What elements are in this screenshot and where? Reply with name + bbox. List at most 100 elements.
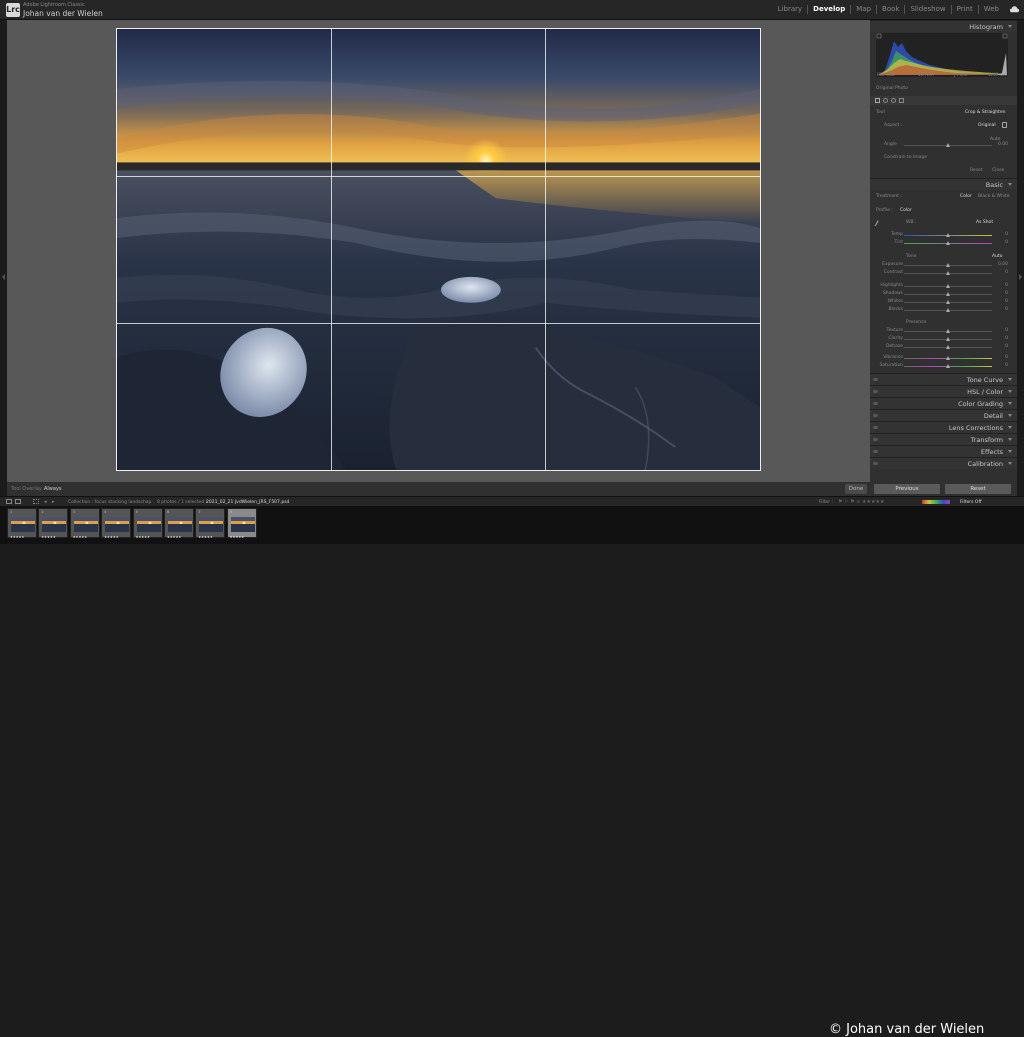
- source-path[interactable]: Collection : focus stacking landschap: [68, 500, 151, 505]
- lens-corrections-header[interactable]: Lens Corrections: [870, 421, 1017, 433]
- detail-header[interactable]: Detail: [870, 409, 1017, 421]
- effects-header[interactable]: Effects: [870, 445, 1017, 457]
- cloud-icon[interactable]: [1009, 4, 1020, 15]
- thumb-rating[interactable]: ★★★★★: [136, 535, 150, 539]
- dehaze-value[interactable]: 0: [996, 344, 1008, 349]
- crop-handle-top-left[interactable]: [117, 29, 123, 35]
- spot-removal-icon[interactable]: [883, 98, 888, 103]
- thumb-rating[interactable]: ★★★★★: [41, 535, 55, 539]
- thumb-rating[interactable]: ★★★★★: [167, 535, 181, 539]
- saturation-value[interactable]: 0: [996, 363, 1008, 368]
- angle-slider[interactable]: [904, 143, 992, 147]
- filmstrip-thumb[interactable]: 4 ★★★★★: [101, 508, 132, 539]
- module-library[interactable]: Library: [773, 5, 809, 14]
- hsl-header[interactable]: HSL / Color: [870, 385, 1017, 397]
- module-print[interactable]: Print: [952, 5, 979, 14]
- tone-curve-header[interactable]: Tone Curve: [870, 373, 1017, 385]
- grid-view-icon[interactable]: [33, 499, 39, 504]
- vibrance-slider[interactable]: [904, 356, 992, 360]
- whites-value[interactable]: 0: [996, 299, 1008, 304]
- nav-back-icon[interactable]: ◂: [44, 499, 47, 505]
- profile-select[interactable]: Color: [900, 208, 912, 213]
- filmstrip-thumb[interactable]: 3 ★★★★★: [69, 508, 100, 539]
- color-filter-icon[interactable]: [922, 500, 950, 504]
- crop-frame[interactable]: [116, 28, 761, 471]
- module-develop[interactable]: Develop: [808, 5, 852, 14]
- tone-auto-button[interactable]: Auto: [992, 254, 1002, 259]
- wb-select[interactable]: As Shot: [976, 220, 993, 225]
- constrain-checkbox[interactable]: Constrain to Image: [884, 155, 927, 160]
- tool-overlay-select[interactable]: Always: [44, 486, 62, 492]
- crop-reset-button[interactable]: Reset: [970, 168, 983, 173]
- highlights-value[interactable]: 0: [996, 283, 1008, 288]
- filters-off-select[interactable]: Filters Off: [960, 500, 982, 505]
- filmstrip-thumb[interactable]: 1 ★★★★★: [7, 508, 37, 539]
- filmstrip-thumb[interactable]: 6 ★★★★★: [164, 508, 194, 539]
- tint-value[interactable]: 0: [996, 240, 1008, 245]
- transform-header[interactable]: Transform: [870, 433, 1017, 445]
- shadows-slider[interactable]: [904, 292, 992, 296]
- crop-tool-icon[interactable]: [875, 98, 880, 103]
- left-panel-collapsed[interactable]: [0, 20, 7, 496]
- blacks-slider[interactable]: [904, 308, 992, 312]
- texture-value[interactable]: 0: [996, 328, 1008, 333]
- thumb-rating[interactable]: ★★★★★: [73, 535, 87, 539]
- module-web[interactable]: Web: [979, 5, 1004, 14]
- vibrance-value[interactable]: 0: [996, 355, 1008, 360]
- lock-icon[interactable]: [1002, 122, 1007, 128]
- aspect-select[interactable]: Original: [978, 123, 996, 128]
- reset-button[interactable]: Reset: [945, 484, 1011, 494]
- panel-switch-icon[interactable]: [873, 378, 878, 381]
- thumb-rating[interactable]: ★★★★★: [10, 535, 24, 539]
- temp-slider[interactable]: [904, 233, 992, 237]
- temp-value[interactable]: 0: [996, 232, 1008, 237]
- module-map[interactable]: Map: [851, 5, 878, 14]
- angle-value[interactable]: 0.00: [996, 142, 1008, 147]
- red-eye-icon[interactable]: [891, 98, 896, 103]
- dehaze-slider[interactable]: [904, 345, 992, 349]
- panel-switch-icon[interactable]: [873, 426, 878, 429]
- filmstrip-thumb[interactable]: 2 ★★★★★: [38, 508, 69, 539]
- panel-switch-icon[interactable]: [873, 462, 878, 465]
- original-photo-toggle[interactable]: Original Photo: [876, 86, 908, 91]
- secondary-display-icon[interactable]: [6, 499, 12, 504]
- histogram[interactable]: ISO 640 16 mm ƒ / 8.0 1/40 sec: [876, 33, 1008, 78]
- secondary-window-icon[interactable]: [15, 499, 21, 504]
- saturation-slider[interactable]: [904, 364, 992, 368]
- wb-picker-icon[interactable]: [874, 220, 882, 228]
- highlights-slider[interactable]: [904, 284, 992, 288]
- crop-handle-bottom-left[interactable]: [117, 464, 123, 470]
- filmstrip-thumb[interactable]: 7 ★★★★★: [195, 508, 226, 539]
- contrast-slider[interactable]: [904, 271, 992, 275]
- filmstrip-thumb[interactable]: 5 ★★★★★: [132, 508, 163, 539]
- color-grading-header[interactable]: Color Grading: [870, 397, 1017, 409]
- done-button[interactable]: Done: [845, 484, 867, 494]
- crop-handle-bottom-right[interactable]: [754, 464, 760, 470]
- tint-slider[interactable]: [904, 241, 992, 245]
- nav-forward-icon[interactable]: ▸: [52, 499, 55, 505]
- rating-filter-icon[interactable]: ⚑ ⚐ ⚑ ≥ ★★★★★: [838, 499, 884, 505]
- previous-button[interactable]: Previous: [874, 484, 940, 494]
- collapse-right-icon[interactable]: [1019, 274, 1022, 280]
- right-panel-edge[interactable]: [1017, 20, 1024, 496]
- panel-switch-icon[interactable]: [873, 414, 878, 417]
- panel-switch-icon[interactable]: [873, 402, 878, 405]
- thumb-rating[interactable]: ★★★★★: [198, 535, 212, 539]
- contrast-value[interactable]: 0: [996, 270, 1008, 275]
- treatment-color[interactable]: Color: [960, 194, 972, 199]
- panel-switch-icon[interactable]: [873, 438, 878, 441]
- filename[interactable]: 2021_02_21 JvdWielen_JRS_F507.psd: [206, 500, 289, 505]
- filmstrip-thumb[interactable]: 8 ★★★★★: [226, 508, 257, 539]
- whites-slider[interactable]: [904, 300, 992, 304]
- histogram-header[interactable]: Histogram: [870, 20, 1017, 32]
- shadows-value[interactable]: 0: [996, 291, 1008, 296]
- calibration-header[interactable]: Calibration: [870, 457, 1017, 469]
- panel-switch-icon[interactable]: [873, 450, 878, 453]
- blacks-value[interactable]: 0: [996, 307, 1008, 312]
- thumb-rating[interactable]: ★★★★★: [104, 535, 118, 539]
- panel-switch-icon[interactable]: [873, 390, 878, 393]
- exposure-slider[interactable]: [904, 263, 992, 267]
- expand-left-icon[interactable]: [2, 274, 5, 280]
- module-slideshow[interactable]: Slideshow: [905, 5, 952, 14]
- clarity-value[interactable]: 0: [996, 336, 1008, 341]
